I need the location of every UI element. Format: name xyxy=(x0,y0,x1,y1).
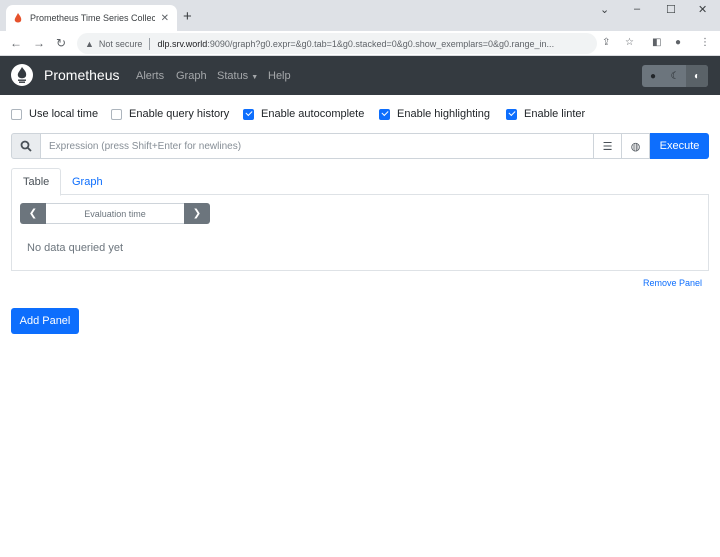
light-theme-icon[interactable]: ● xyxy=(642,65,664,87)
url-path: :9090/graph?g0.expr=&g0.tab=1&g0.stacked… xyxy=(207,38,555,49)
caret-down-icon: ▼ xyxy=(251,74,259,81)
browser-tabstrip: Prometheus Time Series Collecti ✕ + ⌄ – … xyxy=(0,0,720,31)
brand-title[interactable]: Prometheus xyxy=(44,67,119,83)
checkbox[interactable] xyxy=(379,108,390,120)
option-enable-linter[interactable]: Enable linter xyxy=(506,108,585,120)
nav-status-label: Status xyxy=(217,70,249,82)
divider xyxy=(149,37,151,50)
share-icon[interactable]: ⇪ xyxy=(602,37,610,49)
chevron-right-icon[interactable]: ❯ xyxy=(184,203,210,224)
globe-icon[interactable]: ◍ xyxy=(622,133,650,159)
evaluation-time-input[interactable] xyxy=(46,203,184,224)
theme-toggle-group: ● ☾ ◐ xyxy=(642,65,708,87)
dark-theme-icon[interactable]: ☾ xyxy=(664,65,686,87)
browser-tab[interactable]: Prometheus Time Series Collecti ✕ xyxy=(6,5,177,31)
minimize-icon[interactable]: – xyxy=(634,3,640,15)
profile-icon[interactable]: ● xyxy=(675,37,681,49)
checkbox[interactable] xyxy=(111,108,122,120)
panel-body: ❮ ❯ No data queried yet xyxy=(11,195,709,271)
nav-alerts[interactable]: Alerts xyxy=(136,70,164,82)
address-bar[interactable]: ▲ Not secure dlp.srv.world :9090/graph?g… xyxy=(77,33,597,54)
prometheus-logo-icon[interactable] xyxy=(11,64,33,86)
new-tab-icon[interactable]: + xyxy=(183,9,192,24)
search-icon xyxy=(11,133,41,159)
evaluation-time-control: ❮ ❯ xyxy=(20,203,210,224)
expression-input[interactable] xyxy=(41,133,594,159)
option-label: Enable highlighting xyxy=(397,108,490,120)
chevron-left-icon[interactable]: ❮ xyxy=(20,203,46,224)
maximize-icon[interactable]: ☐ xyxy=(666,3,676,16)
warning-icon[interactable]: ▲ xyxy=(85,39,94,49)
tab-table[interactable]: Table xyxy=(11,168,62,196)
url-host: dlp.srv.world xyxy=(157,38,208,49)
nav-graph[interactable]: Graph xyxy=(176,70,207,82)
option-label: Enable query history xyxy=(129,108,230,120)
browser-toolbar: ← → ↻ ▲ Not secure dlp.srv.world :9090/g… xyxy=(0,31,720,56)
side-panel-icon[interactable]: ◧ xyxy=(652,37,661,49)
back-icon[interactable]: ← xyxy=(10,36,22,50)
tab-search-icon[interactable]: ⌄ xyxy=(600,3,609,16)
forward-icon[interactable]: → xyxy=(33,36,45,50)
auto-theme-icon[interactable]: ◐ xyxy=(686,65,708,87)
metrics-explorer-icon[interactable]: ☰ xyxy=(594,133,622,159)
execute-button[interactable]: Execute xyxy=(650,133,709,159)
prometheus-favicon-icon xyxy=(14,12,22,24)
checkbox[interactable] xyxy=(243,108,254,120)
checkbox[interactable] xyxy=(506,108,517,120)
reload-icon[interactable]: ↻ xyxy=(56,36,66,50)
remove-panel-link[interactable]: Remove Panel xyxy=(643,278,702,288)
prometheus-navbar: Prometheus Alerts Graph Status ▼ Help ● … xyxy=(0,56,720,95)
empty-message: No data queried yet xyxy=(27,242,124,254)
option-label: Use local time xyxy=(29,108,99,120)
tab-graph[interactable]: Graph xyxy=(61,168,114,196)
nav-help[interactable]: Help xyxy=(268,70,291,82)
security-label: Not secure xyxy=(98,38,143,49)
nav-status[interactable]: Status ▼ xyxy=(217,70,258,82)
option-label: Enable linter xyxy=(524,108,586,120)
option-enable-autocomplete[interactable]: Enable autocomplete xyxy=(243,108,364,120)
close-tab-icon[interactable]: ✕ xyxy=(161,13,169,24)
expression-row: ☰ ◍ Execute xyxy=(11,133,709,159)
bookmark-star-icon[interactable]: ☆ xyxy=(625,37,634,49)
option-label: Enable autocomplete xyxy=(261,108,365,120)
add-panel-button[interactable]: Add Panel xyxy=(11,308,79,334)
panel-tabs: Table Graph xyxy=(11,168,709,196)
option-use-local-time[interactable]: Use local time xyxy=(11,108,98,120)
browser-tab-title: Prometheus Time Series Collecti xyxy=(30,13,155,23)
option-enable-query-history[interactable]: Enable query history xyxy=(111,108,229,120)
option-enable-highlighting[interactable]: Enable highlighting xyxy=(379,108,490,120)
close-window-icon[interactable]: ✕ xyxy=(698,3,707,16)
checkbox[interactable] xyxy=(11,108,22,120)
browser-menu-icon[interactable]: ⋮ xyxy=(700,37,710,49)
